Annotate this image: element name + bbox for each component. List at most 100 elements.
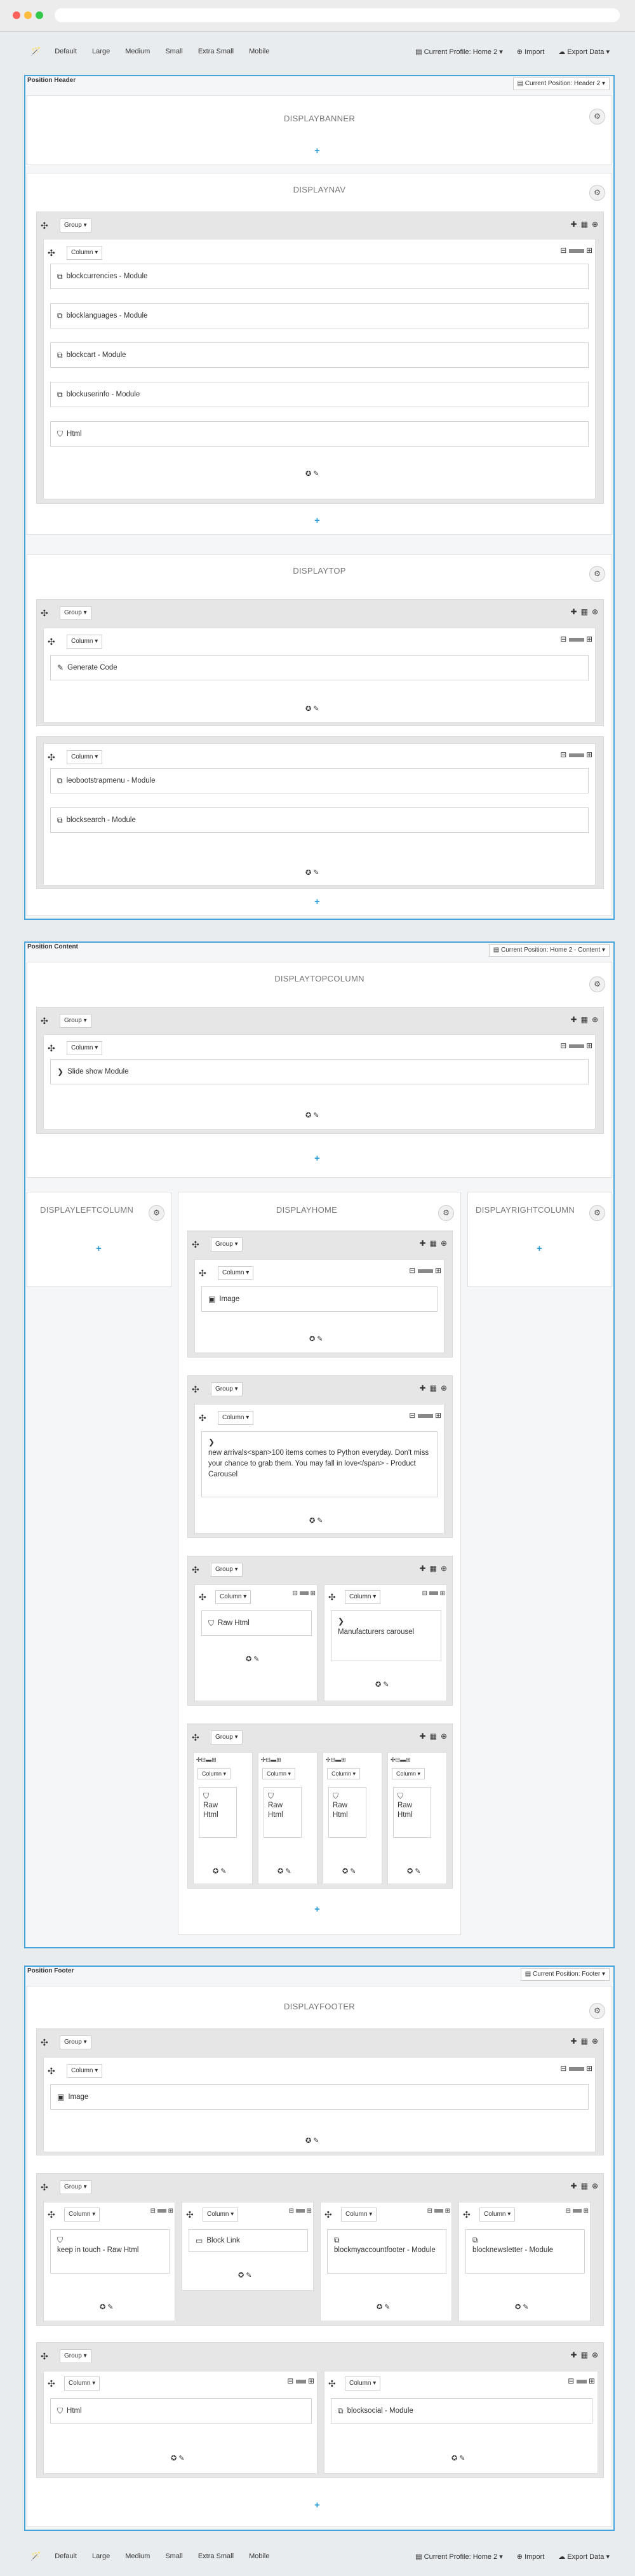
group-dropdown[interactable]: Group ▾ [60,2349,91,2363]
group-actions[interactable]: ✚▦⊕ [571,2350,602,2359]
group-dropdown[interactable]: Group ▾ [60,1014,91,1028]
profile-dropdown[interactable]: ▤ Current Profile: Home 2 ▾ [415,2552,503,2561]
magic-wand-icon[interactable]: 🪄 [30,46,41,57]
move-icon[interactable]: ✣ [41,2352,48,2361]
column-edit-icons[interactable]: ✪ ✎ [213,1867,227,1875]
gear-icon[interactable]: ⚙ [589,976,605,992]
column-dropdown[interactable]: Column ▾ [67,635,103,649]
column-edit-icons[interactable]: ✪ ✎ [305,1111,319,1119]
column-actions[interactable]: ⊟ ⊞ [560,2064,592,2073]
device-large[interactable]: Large [92,48,110,55]
module[interactable]: ⛉ Raw Html [393,1787,431,1838]
column-edit-icons[interactable]: ✪ ✎ [342,1867,356,1875]
import-button[interactable]: ⊕ Import [517,48,544,56]
column-edit-icons[interactable]: ✪ ✎ [305,469,319,478]
module[interactable]: ⛉ Raw Html [199,1787,237,1838]
gear-icon[interactable]: ⚙ [149,1205,164,1221]
move-icon[interactable]: ✣ [48,637,55,646]
gear-icon[interactable]: ⚙ [589,185,605,201]
group-dropdown[interactable]: Group ▾ [211,1237,243,1251]
add-group-icon[interactable]: + [314,896,320,907]
column-actions[interactable]: ⊟ ⊞ [409,1411,441,1420]
move-icon[interactable]: ✣ [41,609,48,617]
module[interactable]: ❯ Slide show Module [50,1059,589,1084]
add-group-icon[interactable]: + [314,1153,320,1164]
device-default[interactable]: Default [55,48,77,55]
magic-wand-icon[interactable]: 🪄 [30,2551,41,2561]
column-edit-icons[interactable]: ✪ ✎ [377,2303,391,2311]
module[interactable]: ⧉ blockcart - Module [50,342,589,368]
module[interactable]: ⛉ keep in touch - Raw Html [50,2229,170,2274]
move-icon[interactable]: ✣ [192,1385,199,1394]
group-actions[interactable]: ✚▦⊕ [571,607,602,616]
group-actions[interactable]: ✚▦⊕ [420,1564,451,1573]
move-icon[interactable]: ✣ [48,2067,55,2075]
column-edit-icons[interactable]: ✪ ✎ [305,2136,319,2145]
move-icon[interactable]: ✣ [48,2379,55,2388]
move-icon[interactable]: ✣ [463,2210,471,2219]
module[interactable]: ▣ Image [50,2084,589,2110]
module[interactable]: ⛉ Html [50,421,589,447]
group-actions[interactable]: ✚▦⊕ [420,1384,451,1393]
move-icon[interactable]: ✣ [41,2183,48,2192]
module[interactable]: ⛉ Raw Html [264,1787,302,1838]
device-medium[interactable]: Medium [125,48,150,55]
column-actions[interactable]: ⊟ ⊞ [568,2377,595,2385]
device-extra-small[interactable]: Extra Small [198,2552,234,2560]
module[interactable]: ⧉ blockuserinfo - Module [50,382,589,407]
group-actions[interactable]: ✚▦⊕ [420,1239,451,1248]
column-edit-icons[interactable]: ✪ ✎ [407,1867,421,1875]
column-dropdown[interactable]: Column ▾ [203,2208,239,2222]
column-edit-icons[interactable]: ✪ ✎ [309,1516,323,1525]
add-group-icon[interactable]: + [314,2500,320,2511]
module[interactable]: ⧉ blocklanguages - Module [50,303,589,328]
module[interactable]: ⧉ blockmyaccountfooter - Module [327,2229,446,2274]
group-dropdown[interactable]: Group ▾ [60,2180,91,2194]
move-icon[interactable]: ✣ [186,2210,194,2219]
module[interactable]: ▣ Image [201,1286,438,1312]
group-actions[interactable]: ✚▦⊕ [571,220,602,229]
module[interactable]: ▭ Block Link [189,2229,308,2252]
module[interactable]: ⛉ Raw Html [201,1610,312,1636]
device-small[interactable]: Small [165,48,183,55]
group-dropdown[interactable]: Group ▾ [211,1730,243,1744]
column-actions[interactable]: ⊟ ⊞ [560,635,592,644]
module[interactable]: ❯ Manufacturers carousel [331,1610,441,1661]
module[interactable]: ⛉ Html [50,2398,312,2424]
module[interactable]: ⛉ Raw Html [328,1787,366,1838]
column-dropdown[interactable]: Column ▾ [341,2208,377,2222]
column-dropdown[interactable]: Column ▾ [67,1041,103,1055]
column-actions[interactable]: ⊟ ⊞ [422,1590,445,1597]
group-dropdown[interactable]: Group ▾ [60,219,91,233]
column-dropdown[interactable]: Column ▾ [64,2377,100,2391]
import-button[interactable]: ⊕ Import [517,2552,544,2561]
position-select[interactable]: ▤ Current Position: Header 2 ▾ [512,78,610,90]
column-actions[interactable]: ⊟ ⊞ [293,1590,316,1597]
group-actions[interactable]: ✚▦⊕ [571,1015,602,1024]
column-dropdown[interactable]: Column ▾ [218,1411,254,1425]
gear-icon[interactable]: ⚙ [589,2003,605,2019]
column-dropdown[interactable]: Column ▾ [218,1266,254,1280]
column-dropdown[interactable]: Column ▾ [345,2377,381,2391]
device-mobile[interactable]: Mobile [249,48,269,55]
column-actions[interactable]: ⊟ ⊞ [150,2208,173,2215]
column-actions[interactable]: ⊟ ⊞ [566,2208,589,2215]
module[interactable]: ❯ new arrivals<span>100 items comes to P… [201,1431,438,1497]
column-dropdown[interactable]: Column ▾ [67,2064,103,2078]
column-dropdown[interactable]: Column ▾ [345,1590,381,1604]
column-dropdown[interactable]: Column ▾ [64,2208,100,2222]
group-actions[interactable]: ✚▦⊕ [571,2037,602,2046]
column-actions[interactable]: ⊟ ⊞ [560,1041,592,1050]
column-actions[interactable]: ⊟ ⊞ [560,750,592,759]
group-actions[interactable]: ✚▦⊕ [571,2182,602,2190]
device-default[interactable]: Default [55,2552,77,2560]
device-large[interactable]: Large [92,2552,110,2560]
column-actions[interactable]: ✣⊟▬⊞ [326,1757,346,1763]
module[interactable]: ⧉ blocknewsletter - Module [465,2229,585,2274]
column-edit-icons[interactable]: ✪ ✎ [277,1867,291,1875]
gear-icon[interactable]: ⚙ [589,1205,605,1221]
group-dropdown[interactable]: Group ▾ [60,606,91,620]
column-edit-icons[interactable]: ✪ ✎ [246,1655,260,1663]
group-dropdown[interactable]: Group ▾ [211,1382,243,1396]
minimize-dot[interactable] [24,11,32,19]
